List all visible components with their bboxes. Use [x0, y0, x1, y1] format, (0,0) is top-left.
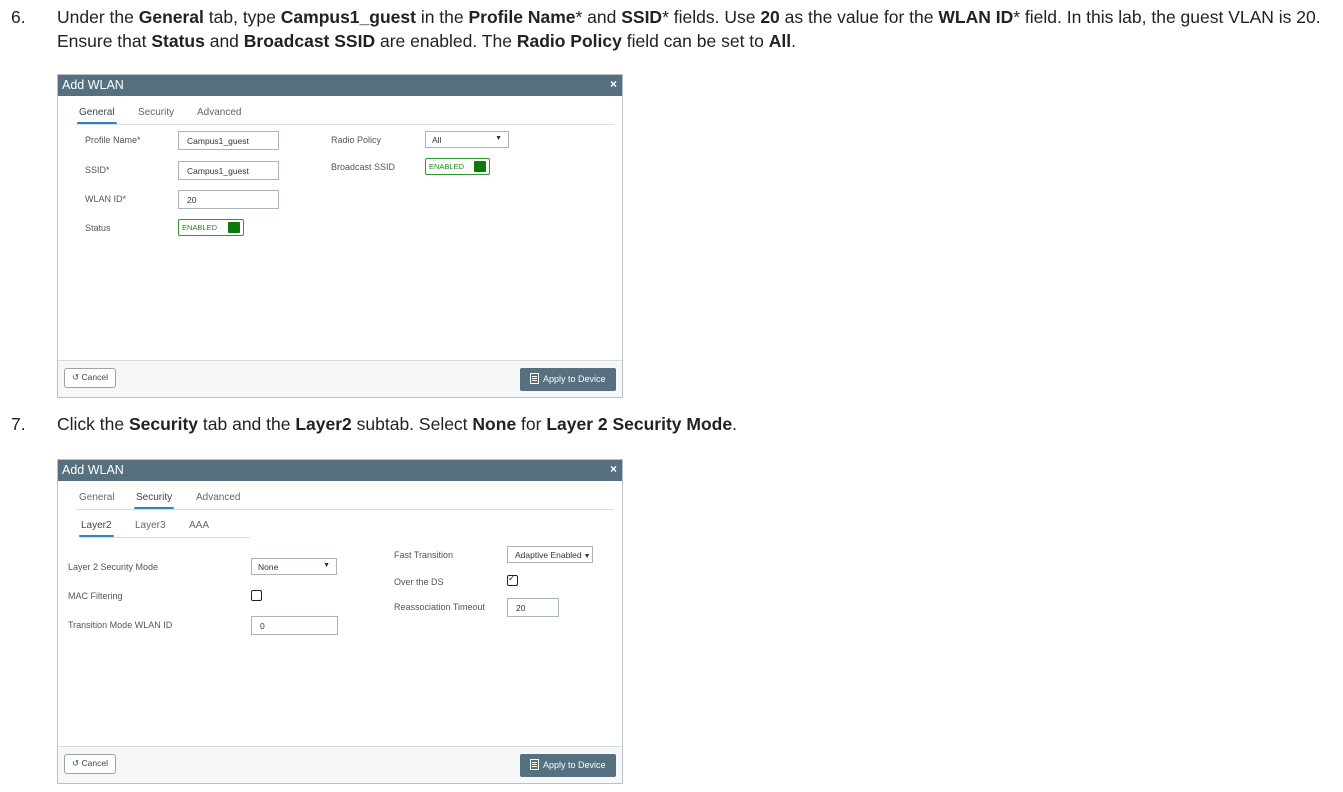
caret-down-icon: ▼: [581, 553, 591, 560]
tab-advanced[interactable]: Advanced: [197, 107, 241, 118]
subtab-layer2[interactable]: Layer2: [79, 520, 114, 537]
over-the-ds-checkbox[interactable]: ✓: [507, 573, 518, 586]
tab-advanced[interactable]: Advanced: [196, 492, 240, 503]
select-value: Adaptive Enabled: [515, 550, 582, 560]
status-label: Status: [85, 223, 111, 233]
radio-policy-select[interactable]: All ▼: [425, 131, 509, 148]
dialog-title: Add WLAN: [62, 78, 124, 92]
subtab-layer3[interactable]: Layer3: [135, 520, 166, 531]
undo-icon: ↺: [72, 372, 80, 382]
subtab-bar: Layer2 Layer3 AAA: [79, 509, 250, 538]
cancel-button[interactable]: ↺ Cancel: [64, 754, 116, 774]
step-number: 6.: [11, 7, 26, 27]
toggle-knob: [228, 222, 240, 233]
apply-to-device-button[interactable]: Apply to Device: [520, 368, 616, 391]
dialog-footer: ↺ Cancel Apply to Device: [58, 746, 622, 783]
wlan-id-label: WLAN ID*: [85, 194, 127, 204]
dialog-header: Add WLAN ×: [58, 460, 622, 481]
dialog-header: Add WLAN ×: [58, 75, 622, 96]
mac-filtering-checkbox[interactable]: [251, 590, 262, 601]
tab-general[interactable]: General: [77, 107, 117, 124]
mac-filtering-label: MAC Filtering: [68, 591, 123, 601]
check-icon: ✓: [508, 573, 516, 583]
profile-name-label: Profile Name*: [85, 135, 141, 145]
transition-mode-label: Transition Mode WLAN ID: [68, 620, 173, 630]
broadcast-ssid-toggle[interactable]: ENABLED: [425, 158, 490, 175]
undo-icon: ↺: [72, 758, 80, 768]
reassociation-timeout-label: Reassociation Timeout: [394, 602, 486, 612]
reassociation-timeout-input[interactable]: 20: [507, 598, 559, 617]
ssid-input[interactable]: Campus1_guest: [178, 161, 279, 180]
document-icon: [530, 373, 539, 384]
wlan-id-input[interactable]: 20: [178, 190, 279, 209]
fast-transition-label: Fast Transition: [394, 550, 454, 560]
document-icon: [530, 759, 539, 770]
caret-down-icon: ▼: [495, 135, 502, 142]
close-icon[interactable]: ×: [610, 77, 617, 91]
ssid-label: SSID*: [85, 165, 110, 175]
subtab-aaa[interactable]: AAA: [189, 520, 209, 531]
tab-general[interactable]: General: [79, 492, 115, 503]
cancel-label: Cancel: [81, 372, 108, 382]
step-text: Click the Security tab and the Layer2 su…: [57, 414, 737, 434]
radio-policy-label: Radio Policy: [331, 135, 382, 145]
step-number: 7.: [11, 414, 26, 434]
select-value: All: [432, 135, 442, 145]
over-the-ds-label: Over the DS: [394, 577, 444, 587]
apply-to-device-button[interactable]: Apply to Device: [520, 754, 616, 777]
apply-label: Apply to Device: [543, 374, 606, 384]
tab-bar: General Security Advanced: [76, 96, 614, 125]
profile-name-input[interactable]: Campus1_guest: [178, 131, 279, 150]
transition-mode-input[interactable]: 0: [251, 616, 338, 635]
add-wlan-dialog-security: Add WLAN × General Security Advanced Lay…: [57, 459, 623, 784]
status-toggle[interactable]: ENABLED: [178, 219, 244, 236]
tab-bar: General Security Advanced: [76, 481, 614, 510]
select-value: None: [258, 562, 279, 572]
caret-down-icon: ▼: [323, 562, 330, 569]
dialog-footer: ↺ Cancel Apply to Device: [58, 360, 622, 397]
step-text: Under the General tab, type Campus1_gues…: [57, 7, 1321, 51]
close-icon[interactable]: ×: [610, 462, 617, 476]
l2-security-mode-label: Layer 2 Security Mode: [68, 562, 159, 572]
toggle-knob: [474, 161, 486, 172]
apply-label: Apply to Device: [543, 760, 606, 770]
dialog-title: Add WLAN: [62, 463, 124, 477]
l2-security-mode-select[interactable]: None ▼: [251, 558, 337, 575]
fast-transition-select[interactable]: Adaptive Enabled ▼: [507, 546, 593, 563]
cancel-button[interactable]: ↺ Cancel: [64, 368, 116, 388]
add-wlan-dialog-general: Add WLAN × General Security Advanced Pro…: [57, 74, 623, 398]
toggle-label: ENABLED: [182, 223, 218, 232]
tab-security[interactable]: Security: [138, 107, 174, 118]
toggle-label: ENABLED: [429, 162, 465, 171]
tab-security[interactable]: Security: [133, 492, 175, 509]
cancel-label: Cancel: [81, 758, 108, 768]
broadcast-ssid-label: Broadcast SSID: [331, 162, 396, 172]
